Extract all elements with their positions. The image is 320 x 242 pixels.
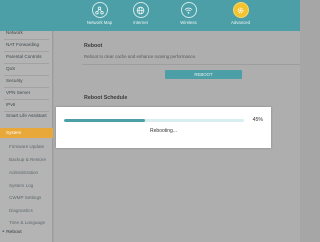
reboot-description: Reboot to clear cache and enhance runnin… bbox=[84, 54, 197, 59]
sidebar: Network NAT Forwarding Parental Controls… bbox=[0, 28, 53, 242]
top-navigation-bar: Network Map Internet Wireless Advanced bbox=[0, 0, 300, 31]
sidebar-item-system[interactable]: System bbox=[0, 128, 53, 138]
sidebar-subitem-firmware-update[interactable]: Firmware Update bbox=[0, 142, 53, 152]
sidebar-item-ipv6[interactable]: IPv6 bbox=[0, 100, 53, 110]
sidebar-subitem-administration[interactable]: Administration bbox=[0, 168, 53, 178]
sidebar-item-network[interactable]: Network bbox=[0, 28, 53, 38]
nav-network-map[interactable]: Network Map bbox=[77, 1, 122, 30]
network-map-icon bbox=[91, 2, 108, 18]
rebooting-status: Rebooting... bbox=[150, 128, 177, 134]
nav-label: Wireless bbox=[180, 20, 197, 25]
chevron-right-icon: ‣ bbox=[2, 230, 5, 235]
gear-icon bbox=[232, 2, 249, 18]
sidebar-subitem-system-log[interactable]: System Log bbox=[0, 181, 53, 191]
sidebar-subitem-time-language[interactable]: Time & Language bbox=[0, 218, 53, 228]
sidebar-item-security[interactable]: Security bbox=[0, 76, 53, 86]
nav-advanced[interactable]: Advanced bbox=[218, 1, 263, 30]
progress-percent: 45% bbox=[252, 117, 263, 123]
nav-wireless[interactable]: Wireless bbox=[166, 1, 211, 30]
nav-label: Advanced bbox=[230, 20, 251, 25]
sidebar-subitem-cwmp-settings[interactable]: CWMP Settings bbox=[0, 193, 53, 203]
sidebar-item-qos[interactable]: QoS bbox=[0, 64, 53, 74]
progress-track bbox=[64, 119, 244, 122]
nav-label: Internet bbox=[133, 20, 148, 25]
sidebar-subitem-diagnostics[interactable]: Diagnostics bbox=[0, 206, 53, 216]
sidebar-subitem-backup-restore[interactable]: Backup & Restore bbox=[0, 155, 53, 165]
sidebar-reboot-label: Reboot bbox=[6, 230, 22, 235]
reboot-section-title: Reboot bbox=[84, 43, 103, 49]
reboot-schedule-title: Reboot Schedule bbox=[84, 95, 128, 101]
nav-label: Network Map bbox=[86, 20, 113, 25]
globe-icon bbox=[132, 2, 149, 18]
sidebar-item-nat-forwarding[interactable]: NAT Forwarding bbox=[0, 40, 53, 50]
sidebar-reboot-link[interactable]: ‣ Reboot bbox=[2, 230, 22, 235]
nav-internet[interactable]: Internet bbox=[118, 1, 163, 30]
sidebar-item-parental-controls[interactable]: Parental Controls bbox=[0, 52, 53, 62]
wifi-icon bbox=[180, 2, 197, 18]
sidebar-item-smart-life-assistant[interactable]: Smart Life Assistant bbox=[0, 112, 53, 126]
sidebar-item-vpn-server[interactable]: VPN Server bbox=[0, 88, 53, 98]
rebooting-progress-dialog: 45% Rebooting... bbox=[56, 107, 271, 148]
progress-fill bbox=[64, 119, 145, 122]
reboot-button[interactable]: REBOOT bbox=[165, 70, 242, 79]
section-divider bbox=[82, 64, 300, 65]
